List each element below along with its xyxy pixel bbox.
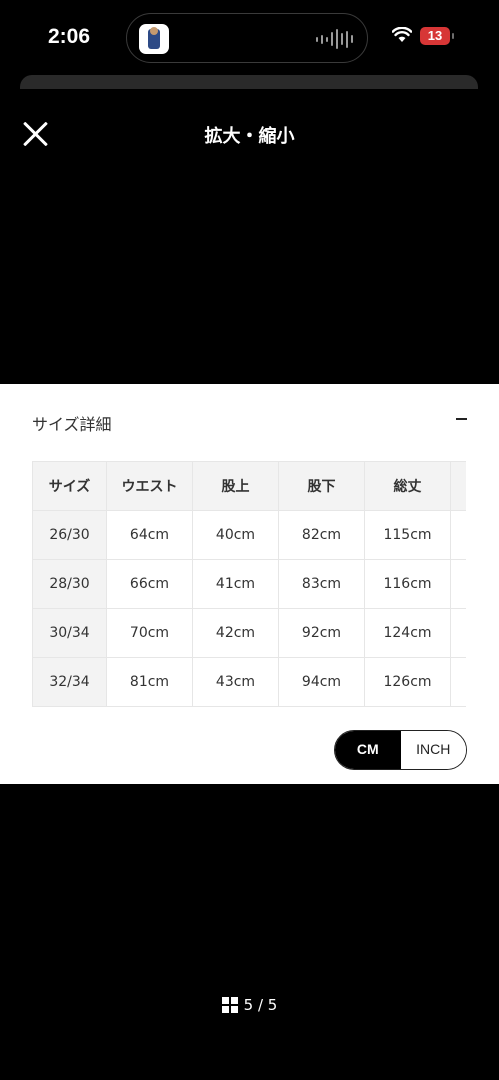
table-cell: 124cm xyxy=(364,608,451,658)
wifi-icon xyxy=(392,27,412,42)
size-cell: 30/34 xyxy=(32,608,107,658)
column-header: サイズ xyxy=(32,461,107,511)
table-row: 30/34 70cm 42cm 92cm 124cm xyxy=(32,608,466,658)
status-time: 2:06 xyxy=(48,25,91,48)
section-title: サイズ詳細 xyxy=(32,415,112,434)
table-cell: 126cm xyxy=(364,657,451,707)
table-cell xyxy=(450,559,466,609)
table-cell: 70cm xyxy=(106,608,193,658)
size-cell: 32/34 xyxy=(32,657,107,707)
column-header: 総丈 xyxy=(364,461,451,511)
size-table-scroll[interactable]: サイズ ウエスト 股上 股下 総丈 26/30 64cm 40cm 82cm 1… xyxy=(32,461,466,707)
size-table: サイズ ウエスト 股上 股下 総丈 26/30 64cm 40cm 82cm 1… xyxy=(32,461,466,707)
page-indicator[interactable]: 5 / 5 xyxy=(0,996,499,1014)
table-row: 28/30 66cm 41cm 83cm 116cm xyxy=(32,559,466,609)
audio-waveform-icon xyxy=(316,29,353,49)
table-row: 32/34 81cm 43cm 94cm 126cm xyxy=(32,657,466,707)
dynamic-island[interactable] xyxy=(126,13,368,63)
page-count: 5 / 5 xyxy=(243,996,278,1014)
battery-indicator: 13 xyxy=(420,27,454,45)
table-cell: 81cm xyxy=(106,657,193,707)
table-cell: 83cm xyxy=(278,559,365,609)
table-cell: 92cm xyxy=(278,608,365,658)
table-row: 26/30 64cm 40cm 82cm 115cm xyxy=(32,510,466,560)
column-header: 股下 xyxy=(278,461,365,511)
size-cell: 28/30 xyxy=(32,559,107,609)
column-header xyxy=(450,461,466,511)
unit-toggle[interactable]: CM INCH xyxy=(334,730,467,770)
page-title: 拡大・縮小 xyxy=(204,126,295,147)
table-cell xyxy=(450,510,466,560)
table-cell: 115cm xyxy=(364,510,451,560)
unit-cm-button[interactable]: CM xyxy=(335,731,401,769)
table-cell: 64cm xyxy=(106,510,193,560)
column-header: ウエスト xyxy=(106,461,193,511)
grid-icon xyxy=(221,997,238,1013)
table-cell: 43cm xyxy=(192,657,279,707)
unit-inch-button[interactable]: INCH xyxy=(400,731,466,769)
table-cell: 40cm xyxy=(192,510,279,560)
table-header-row: サイズ ウエスト 股上 股下 総丈 xyxy=(32,461,466,511)
table-cell: 66cm xyxy=(106,559,193,609)
table-cell xyxy=(450,657,466,707)
sheet-edge xyxy=(20,75,478,89)
status-bar: 2:06 13 xyxy=(0,0,499,75)
table-cell: 94cm xyxy=(278,657,365,707)
size-detail-panel: サイズ詳細 サイズ ウエスト 股上 股下 総丈 26/30 64cm 40cm … xyxy=(0,384,499,784)
collapse-button[interactable] xyxy=(456,418,467,420)
column-header: 股上 xyxy=(192,461,279,511)
size-cell: 26/30 xyxy=(32,510,107,560)
table-cell: 42cm xyxy=(192,608,279,658)
table-cell xyxy=(450,608,466,658)
now-playing-app-icon xyxy=(139,24,169,54)
table-cell: 116cm xyxy=(364,559,451,609)
table-cell: 82cm xyxy=(278,510,365,560)
table-cell: 41cm xyxy=(192,559,279,609)
